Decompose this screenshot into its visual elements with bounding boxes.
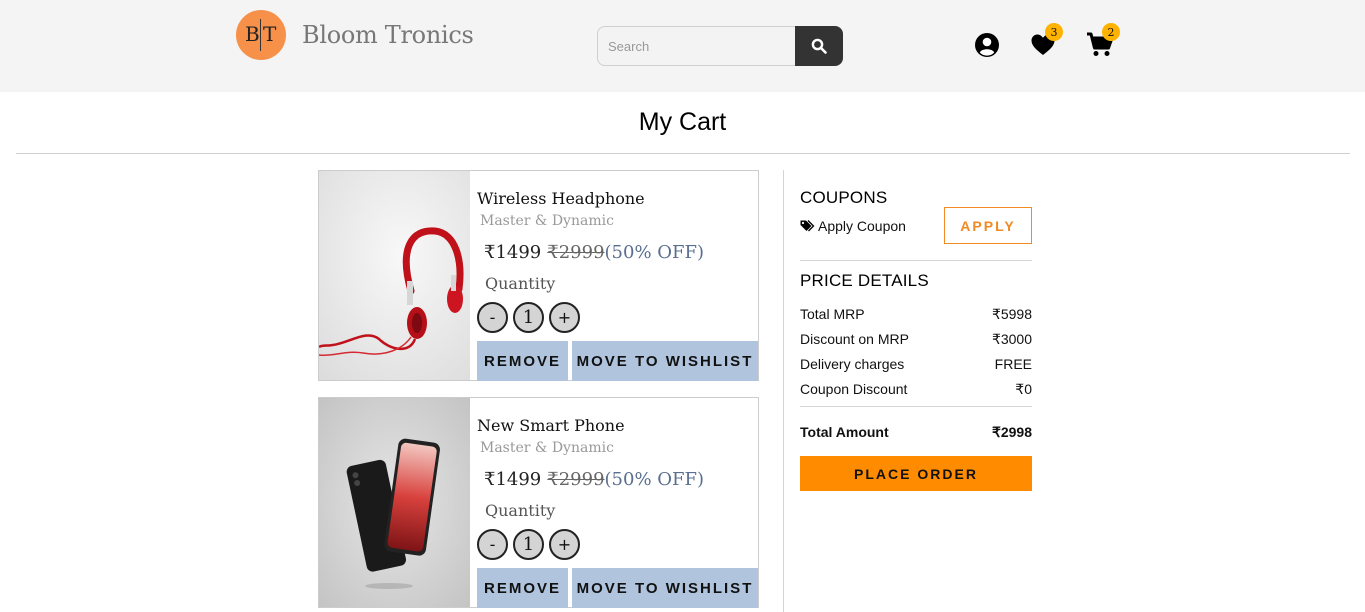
cart-item: New Smart Phone Master & Dynamic ₹1499 ₹2… [318, 397, 759, 608]
coupons-heading: COUPONS [800, 188, 888, 207]
header: B T Bloom Tronics 3 [0, 0, 1365, 92]
price-row-value: ₹0 [1015, 381, 1032, 397]
logo-letter-t: T [263, 22, 277, 46]
product-name[interactable]: New Smart Phone [477, 416, 625, 435]
original-price: ₹2999 [547, 469, 605, 490]
price-row-label: Coupon Discount [800, 381, 908, 397]
total-divider [800, 406, 1032, 407]
apply-coupon-text: Apply Coupon [818, 218, 906, 234]
brand-name: Bloom Tronics [302, 21, 474, 49]
search-bar [597, 26, 843, 66]
price-details-heading: PRICE DETAILS [800, 271, 929, 290]
price-row-label: Discount on MRP [800, 331, 909, 347]
logo-badge: B T [236, 10, 286, 60]
product-image-headphone[interactable] [319, 171, 470, 380]
user-icon [975, 33, 999, 57]
item-actions: REMOVE MOVE TO WISHLIST [477, 568, 758, 608]
logo-letter-b: B [245, 22, 260, 46]
remove-button[interactable]: REMOVE [477, 341, 568, 381]
section-divider [800, 260, 1032, 261]
increase-quantity-button[interactable]: + [549, 529, 580, 560]
search-input[interactable] [597, 26, 795, 66]
quantity-stepper: - 1 + [477, 302, 580, 333]
logo[interactable]: B T Bloom Tronics [236, 10, 474, 60]
price-row-label: Total MRP [800, 306, 865, 322]
price-breakdown: Total MRP ₹5998 Discount on MRP ₹3000 De… [800, 306, 1032, 406]
price-row-discount: Discount on MRP ₹3000 [800, 331, 1032, 356]
price-row-value: ₹5998 [991, 306, 1032, 322]
cart-count-badge: 2 [1102, 23, 1120, 41]
quantity-stepper: - 1 + [477, 529, 580, 560]
product-brand: Master & Dynamic [480, 213, 614, 229]
place-order-button[interactable]: PLACE ORDER [800, 456, 1032, 491]
panel-divider [783, 170, 784, 612]
apply-coupon-label: Apply Coupon [800, 218, 906, 234]
increase-quantity-button[interactable]: + [549, 302, 580, 333]
product-name[interactable]: Wireless Headphone [477, 189, 645, 208]
move-to-wishlist-button[interactable]: MOVE TO WISHLIST [572, 568, 758, 608]
selling-price: ₹1499 [484, 469, 542, 490]
cart-button[interactable]: 2 [1086, 23, 1120, 59]
search-button[interactable] [795, 26, 843, 66]
cart-item: Wireless Headphone Master & Dynamic ₹149… [318, 170, 759, 381]
wishlist-count-badge: 3 [1045, 23, 1063, 41]
tag-icon [800, 220, 815, 232]
price-row-label: Delivery charges [800, 356, 905, 372]
price-row-delivery: Delivery charges FREE [800, 356, 1032, 381]
move-to-wishlist-button[interactable]: MOVE TO WISHLIST [572, 341, 758, 381]
account-button[interactable] [973, 31, 1001, 59]
logo-divider [260, 19, 261, 51]
apply-coupon-button[interactable]: APPLY [944, 207, 1032, 244]
discount-percent: (50% OFF) [604, 469, 705, 490]
wishlist-button[interactable]: 3 [1029, 23, 1063, 59]
discount-percent: (50% OFF) [604, 242, 705, 263]
quantity-value: 1 [513, 529, 544, 560]
total-amount-label: Total Amount [800, 424, 889, 440]
price-row-total-mrp: Total MRP ₹5998 [800, 306, 1032, 331]
price-row-value: FREE [994, 356, 1032, 372]
price-row-value: ₹3000 [991, 331, 1032, 347]
product-price: ₹1499 ₹2999(50% OFF) [484, 469, 704, 490]
search-icon [811, 38, 827, 54]
page-title: My Cart [638, 108, 727, 136]
remove-button[interactable]: REMOVE [477, 568, 568, 608]
total-amount-value: ₹2998 [991, 424, 1032, 440]
selling-price: ₹1499 [484, 242, 542, 263]
product-image-phone[interactable] [319, 398, 470, 607]
item-actions: REMOVE MOVE TO WISHLIST [477, 341, 758, 381]
product-brand: Master & Dynamic [480, 440, 614, 456]
quantity-value: 1 [513, 302, 544, 333]
price-row-coupon-discount: Coupon Discount ₹0 [800, 381, 1032, 406]
total-amount-row: Total Amount ₹2998 [800, 424, 1032, 441]
decrease-quantity-button[interactable]: - [477, 302, 508, 333]
title-divider [16, 153, 1350, 154]
original-price: ₹2999 [547, 242, 605, 263]
product-price: ₹1499 ₹2999(50% OFF) [484, 242, 704, 263]
quantity-label: Quantity [485, 501, 556, 520]
quantity-label: Quantity [485, 274, 556, 293]
decrease-quantity-button[interactable]: - [477, 529, 508, 560]
